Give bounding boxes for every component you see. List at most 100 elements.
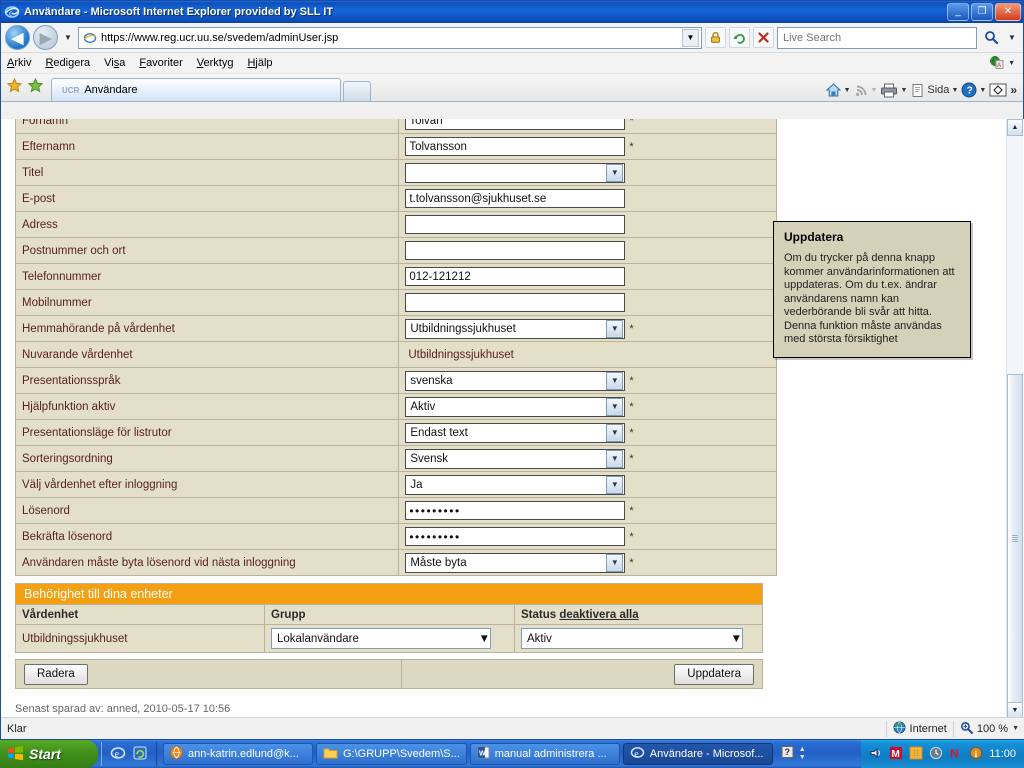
search-dropdown-icon[interactable]: ▼ [1005, 33, 1019, 42]
input-adress[interactable] [405, 215, 626, 234]
add-favorite-icon[interactable] [27, 77, 44, 96]
tray-norton-icon[interactable]: N [949, 746, 963, 763]
taskbar-item-word[interactable]: W manual administrera ... [469, 743, 620, 765]
page-scrollbar[interactable]: ▲ ▼ [1006, 119, 1023, 719]
page-menu-button[interactable]: Sida ▼ [910, 83, 958, 98]
feeds-button[interactable]: ▼ [854, 83, 877, 98]
zoom-control[interactable]: 100 % ▼ [954, 718, 1024, 740]
required-marker: * [629, 504, 634, 517]
select-valj-vardenhet[interactable]: Ja ▼ [405, 474, 626, 495]
input-telefonnummer[interactable]: 012-121212 [405, 267, 626, 286]
label-valj-vardenhet: Välj vårdenhet efter inloggning [14, 471, 400, 498]
taskbar-item-folder[interactable]: G:\GRUPP\Svedem\S... [316, 743, 467, 765]
select-grupp[interactable]: Lokalanvändare ▼ [271, 628, 491, 649]
windows-logo-icon [7, 745, 24, 764]
input-bekrafta-losenord[interactable]: ••••••••• [405, 527, 626, 546]
tray-mcafee-icon[interactable]: M [889, 746, 903, 763]
url-bar[interactable]: https://www.reg.ucr.uu.se/svedem/adminUs… [78, 26, 702, 49]
search-go-icon[interactable] [980, 27, 1002, 49]
tray-down-arrow-icon[interactable]: ▼ [799, 754, 806, 761]
uppdatera-button[interactable]: Uppdatera [674, 663, 754, 685]
minimize-button[interactable]: _ [947, 3, 969, 21]
scrollbar-track[interactable] [1007, 136, 1023, 704]
tray-info-icon[interactable]: i [969, 746, 983, 763]
forward-button[interactable]: ▶ [33, 25, 58, 50]
zoom-caret-icon[interactable]: ▼ [1012, 725, 1019, 732]
chevron-down-icon[interactable]: ▼ [606, 397, 624, 416]
chevron-down-icon[interactable]: ▼ [606, 423, 624, 442]
menu-item-favoriter[interactable]: Favoriter [139, 57, 182, 69]
tray-clock-icon[interactable] [929, 746, 943, 763]
start-button[interactable]: Start [0, 740, 98, 768]
select-hemmahorande[interactable]: Utbildningssjukhuset ▼ [405, 318, 626, 339]
tray-up-arrow-icon[interactable]: ▲ [799, 746, 806, 753]
select-hjalpfunktion[interactable]: Aktiv ▼ [405, 396, 626, 417]
tab-anvandare[interactable]: UCR Användare [51, 78, 341, 101]
taskbar-item-outlook[interactable]: ann-katrin.edlund@k... [163, 743, 313, 765]
label-adress: Adress [14, 211, 400, 238]
input-postnummer[interactable] [405, 241, 626, 260]
close-button[interactable]: ✕ [995, 3, 1021, 21]
tray-updown-icon[interactable]: ▲ ▼ [799, 746, 806, 761]
maximize-button[interactable]: ❐ [971, 3, 993, 21]
help-button[interactable]: ? ▼ [961, 82, 986, 98]
taskbar-item-anvandare[interactable]: e Användare - Microsof... [622, 743, 773, 765]
menu-item-visa[interactable]: Visa [104, 57, 125, 69]
chevron-down-icon[interactable]: ▼ [606, 319, 624, 338]
commandbar-overflow-icon[interactable]: » [1010, 83, 1017, 97]
chevron-down-icon[interactable]: ▼ [479, 633, 490, 645]
select-presentationslage[interactable]: Endast text ▼ [405, 422, 626, 443]
menubar-overflow-caret[interactable]: ▼ [1008, 60, 1015, 67]
chevron-down-icon[interactable]: ▼ [606, 163, 624, 182]
favorites-star-icon[interactable] [6, 77, 23, 96]
ql-refresh-icon[interactable] [132, 745, 148, 764]
stop-icon[interactable] [753, 27, 774, 48]
refresh-icon[interactable] [729, 27, 750, 48]
select-byta-losenord[interactable]: Måste byta ▼ [405, 552, 626, 573]
tray-calculator-icon[interactable] [909, 746, 923, 763]
scrollbar-thumb[interactable] [1007, 374, 1023, 704]
security-zone[interactable]: Internet [887, 718, 953, 740]
chevron-down-icon[interactable]: ▼ [606, 371, 624, 390]
scroll-up-button[interactable]: ▲ [1007, 119, 1023, 136]
value-telefonnummer: 012-121212 [398, 263, 777, 290]
tray-help-icon[interactable]: ? [780, 745, 795, 764]
print-caret-icon[interactable]: ▼ [900, 87, 907, 94]
radera-button[interactable]: Radera [24, 663, 88, 685]
input-mobilnummer[interactable] [405, 293, 626, 312]
deaktivera-alla-link[interactable]: deaktivera alla [559, 609, 638, 621]
search-box[interactable] [777, 26, 977, 49]
url-dropdown-icon[interactable]: ▼ [682, 28, 699, 47]
page-caret-icon[interactable]: ▼ [951, 87, 958, 94]
new-tab-button[interactable] [343, 81, 371, 101]
history-dropdown-icon[interactable]: ▼ [61, 33, 75, 42]
tools-button[interactable] [989, 82, 1007, 98]
menu-item-verktyg[interactable]: Verktyg [197, 57, 234, 69]
print-button[interactable]: ▼ [880, 83, 907, 98]
ql-ie-icon[interactable]: e [110, 745, 126, 764]
chevron-down-icon[interactable]: ▼ [606, 553, 624, 572]
input-losenord[interactable]: ••••••••• [405, 501, 626, 520]
select-sorteringsordning[interactable]: Svensk ▼ [405, 448, 626, 469]
help-caret-icon[interactable]: ▼ [979, 87, 986, 94]
input-fornamn[interactable]: Tolvan [405, 119, 626, 130]
input-efternamn[interactable]: Tolvansson [405, 137, 626, 156]
chevron-down-icon[interactable]: ▼ [606, 449, 624, 468]
chevron-down-icon[interactable]: ▼ [731, 633, 742, 645]
home-button[interactable]: ▼ [825, 82, 851, 98]
menu-item-hjalp[interactable]: Hjälp [247, 57, 272, 69]
back-button[interactable]: ◀ [5, 25, 30, 50]
tray-volume-icon[interactable] [869, 746, 883, 763]
select-presentationssprak[interactable]: svenska ▼ [405, 370, 626, 391]
globe-pdf-icon[interactable]: A [989, 55, 1004, 72]
search-input[interactable] [781, 30, 973, 45]
taskbar-clock[interactable]: 11:00 [989, 748, 1016, 760]
menu-item-redigera[interactable]: Redigera [45, 57, 90, 69]
select-status[interactable]: Aktiv ▼ [521, 628, 743, 649]
chevron-down-icon[interactable]: ▼ [606, 475, 624, 494]
input-epost[interactable]: t.tolvansson@sjukhuset.se [405, 189, 626, 208]
menu-item-arkiv[interactable]: AArkivrkiv [7, 57, 31, 69]
url-text[interactable]: https://www.reg.ucr.uu.se/svedem/adminUs… [101, 32, 681, 44]
select-titel[interactable]: ▼ [405, 162, 626, 183]
home-caret-icon[interactable]: ▼ [844, 87, 851, 94]
